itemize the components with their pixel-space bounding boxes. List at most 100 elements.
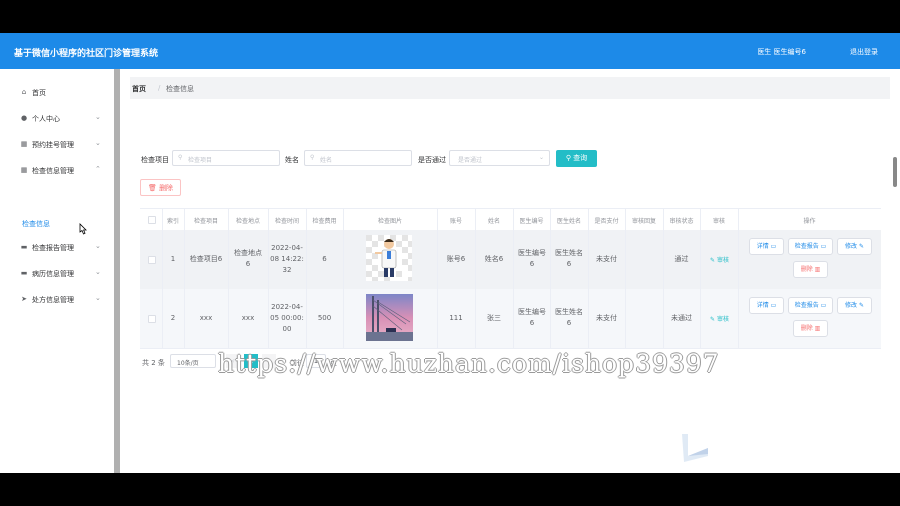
breadcrumb-separator: /: [158, 84, 161, 92]
search-button-label: 查询: [573, 154, 588, 162]
sidebar-item-profile[interactable]: ● 个人中心 ⌄: [0, 111, 114, 127]
sidebar-item-prescriptions[interactable]: ➤ 处方信息管理 ⌄: [0, 292, 114, 308]
column-divider: [268, 208, 269, 348]
filter-item-label: 检查项目: [141, 156, 169, 164]
sidebar: ⌂ 首页 ● 个人中心 ⌄ ▦ 预约挂号管理 ⌄ ▦ 检查信息管理 ⌃ 检查信息…: [0, 69, 115, 473]
column-header: 是否支付: [594, 218, 619, 225]
column-header: 索引: [166, 218, 179, 225]
column-header: 操作: [803, 218, 816, 225]
detail-label: 详情: [756, 302, 769, 309]
column-divider: [184, 208, 185, 348]
column-divider: [513, 208, 514, 348]
app-title: 基于微信小程序的社区门诊管理系统: [14, 49, 159, 59]
column-header: 姓名: [487, 218, 500, 225]
delete-button[interactable]: 删除 ▥: [793, 320, 828, 337]
grid-icon: ▦: [20, 166, 28, 174]
cell-account: 账号6: [446, 255, 466, 263]
breadcrumb-home[interactable]: 首页: [132, 84, 146, 94]
table-row: 2 xxx xxx 2022-04-05 00:00:00 500 111 张三…: [140, 289, 881, 349]
home-icon: ⌂: [21, 88, 27, 96]
delete-label: 删除: [800, 325, 813, 332]
cell-time: 2022-04-08 14:22:32: [270, 244, 304, 274]
chevron-down-icon: ⌄: [95, 294, 101, 302]
exam-image-bridge: [366, 294, 413, 341]
search-button[interactable]: ⚲ 查询: [556, 150, 597, 167]
row-checkbox[interactable]: [148, 315, 156, 323]
sidebar-subitem-exam-info[interactable]: 检查信息: [22, 219, 50, 229]
logout-link[interactable]: 退出登录: [850, 47, 878, 57]
sidebar-item-label: 病历信息管理: [32, 270, 74, 278]
edit-label: 修改: [845, 243, 858, 250]
filter-name-placeholder: 姓名: [320, 157, 333, 164]
column-divider: [700, 208, 701, 348]
column-divider: [343, 208, 344, 348]
filter-passed-placeholder: 是否通过: [458, 157, 483, 164]
report-button[interactable]: 检查报告 ▭: [788, 238, 833, 255]
column-divider: [550, 208, 551, 348]
pagination-total: 共 2 条: [142, 359, 165, 367]
exam-image-doctor: [366, 235, 412, 281]
sidebar-item-label: 检查报告管理: [32, 244, 74, 252]
row-checkbox[interactable]: [148, 256, 156, 264]
filter-passed-select[interactable]: 是否通过 ⌄: [449, 150, 550, 166]
column-header: 审核状态: [669, 218, 694, 225]
sidebar-item-appointments[interactable]: ▦ 预约挂号管理 ⌄: [0, 137, 114, 153]
cell-fee: 6: [322, 255, 327, 263]
cell-doctor-name: 医生姓名6: [555, 249, 583, 268]
cell-item: 检查项目6: [189, 255, 223, 263]
page-size-select[interactable]: 10条/页: [170, 354, 216, 368]
document-icon: ▭: [818, 302, 827, 309]
column-header: 医生编号: [519, 218, 544, 225]
grid-icon: ▦: [20, 140, 28, 148]
cell-name: 张三: [487, 314, 501, 322]
filter-name-input[interactable]: ⚲ 姓名: [304, 150, 412, 166]
table-row: 1 检查项目6 检查地点6 2022-04-08 14:22:32 6 账号6: [140, 230, 881, 290]
cell-fee: 500: [317, 314, 332, 322]
bulk-delete-button[interactable]: 🗑 删除: [140, 179, 181, 196]
edit-button[interactable]: 修改 ✎: [837, 297, 872, 314]
edit-icon: ✎: [857, 302, 864, 309]
breadcrumb: 首页 / 检查信息: [130, 77, 890, 99]
main-scrollbar-thumb[interactable]: [893, 157, 897, 187]
watermark-text: https://www.huzhan.com/ishop39397: [218, 349, 720, 378]
mouse-cursor-icon: [79, 223, 87, 235]
review-button[interactable]: ✎ 审核: [710, 314, 729, 323]
sidebar-item-records[interactable]: ▬ 病历信息管理 ⌄: [0, 266, 114, 282]
folder-icon: ▬: [20, 243, 28, 251]
table-header: 索引 检查项目 检查地点 检查时间 检查费用 检查图片 账号 姓名 医生编号 医…: [140, 208, 881, 232]
column-header: 审核: [712, 218, 725, 225]
cell-time: 2022-04-05 00:00:00: [270, 303, 304, 333]
column-divider: [588, 208, 589, 348]
cell-name: 姓名6: [484, 255, 504, 263]
column-divider: [625, 208, 626, 348]
cell-index: 1: [170, 255, 176, 263]
document-icon: ▭: [768, 243, 777, 250]
sidebar-item-home[interactable]: ⌂ 首页: [0, 85, 114, 101]
trash-icon: ▥: [812, 325, 821, 332]
document-icon: ▭: [768, 302, 777, 309]
bulk-delete-label: 删除: [159, 184, 174, 192]
delete-label: 删除: [800, 266, 813, 273]
app-screen: 基于微信小程序的社区门诊管理系统 医生 医生编号6 退出登录 ⌂ 首页 ● 个人…: [0, 33, 900, 473]
search-icon: ⚲: [178, 154, 183, 161]
select-all-checkbox[interactable]: [148, 216, 156, 224]
edit-button[interactable]: 修改 ✎: [837, 238, 872, 255]
column-header: 账号: [449, 218, 462, 225]
sidebar-item-reports[interactable]: ▬ 检查报告管理 ⌄: [0, 240, 114, 256]
cell-account: 111: [449, 314, 463, 322]
cell-doctor-no: 医生编号6: [518, 308, 546, 327]
top-bar: 基于微信小程序的社区门诊管理系统 医生 医生编号6 退出登录: [0, 33, 900, 69]
review-label: 审核: [716, 257, 729, 264]
delete-button[interactable]: 删除 ▥: [793, 261, 828, 278]
detail-button[interactable]: 详情 ▭: [749, 297, 784, 314]
sidebar-item-exams[interactable]: ▦ 检查信息管理 ⌃: [0, 163, 114, 179]
review-button[interactable]: ✎ 审核: [710, 255, 729, 264]
filter-item-input[interactable]: ⚲ 检查项目: [172, 150, 280, 166]
report-button[interactable]: 检查报告 ▭: [788, 297, 833, 314]
edit-icon: ✎: [710, 316, 717, 323]
filter-name-label: 姓名: [285, 156, 299, 164]
corner-logo-icon: [682, 434, 708, 462]
column-header: 审核回复: [631, 218, 656, 225]
column-divider: [306, 208, 307, 348]
detail-button[interactable]: 详情 ▭: [749, 238, 784, 255]
